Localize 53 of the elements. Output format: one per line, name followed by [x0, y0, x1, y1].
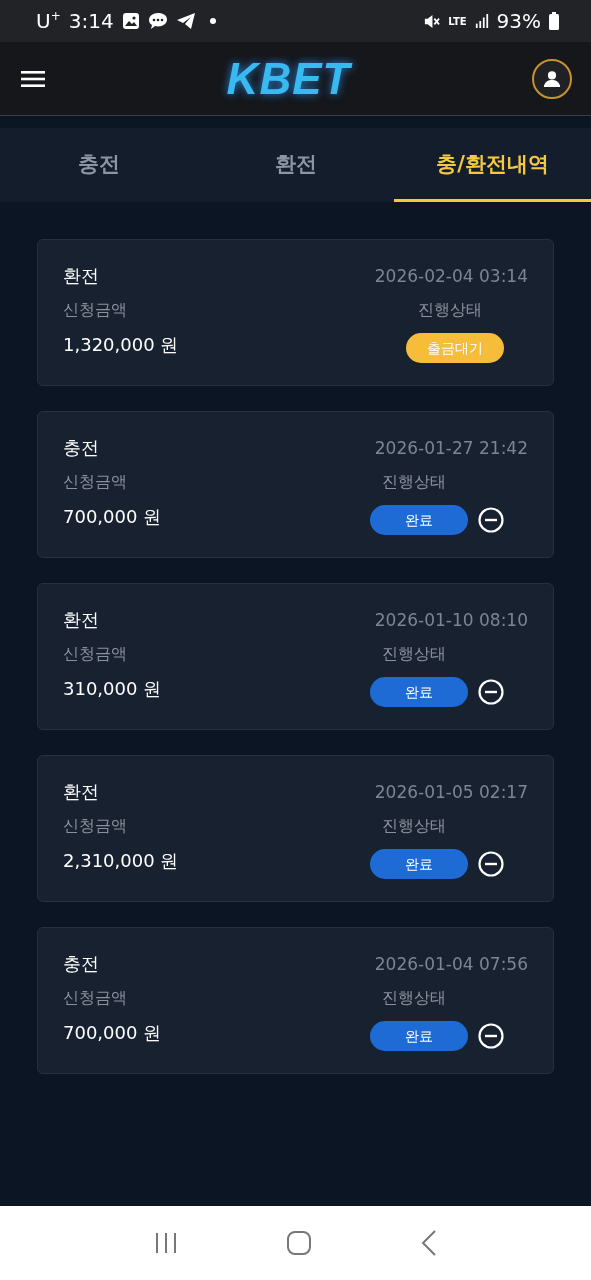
- signal-icon: [474, 13, 489, 29]
- status-badge: 출금대기: [406, 333, 504, 363]
- battery-percent: 93%: [496, 9, 541, 33]
- tab[interactable]: 충전: [0, 128, 197, 202]
- record-type: 충전: [63, 952, 99, 976]
- status-label: 진행상태: [382, 988, 446, 1009]
- remove-icon[interactable]: [478, 679, 504, 705]
- record-type: 충전: [63, 436, 99, 460]
- status-badge: 완료: [370, 849, 468, 879]
- tab[interactable]: 충/환전내역: [394, 128, 591, 202]
- amount-value: 310,000 원: [63, 677, 162, 701]
- status-badge: 완료: [370, 505, 468, 535]
- clock-time: 3:14: [68, 9, 114, 33]
- status-badge: 완료: [370, 1021, 468, 1051]
- remove-icon[interactable]: [478, 507, 504, 533]
- carrier-label: U$^{+}$: [36, 9, 61, 33]
- amount-value: 700,000 원: [63, 505, 162, 529]
- image-icon: [121, 12, 140, 30]
- amount-label: 신청금액: [63, 472, 128, 493]
- battery-icon: [549, 12, 559, 30]
- status-badge: 완료: [370, 677, 468, 707]
- record-date: 2026-01-10 08:10: [374, 610, 528, 630]
- amount-value: 700,000 원: [63, 1021, 162, 1045]
- network-label: LTE: [448, 15, 467, 27]
- amount-label: 신청금액: [63, 988, 128, 1009]
- amount-label: 신청금액: [63, 816, 128, 837]
- amount-label: 신청금액: [63, 644, 128, 665]
- amount-value: 1,320,000 원: [63, 333, 179, 357]
- record-date: 2026-01-04 07:56: [374, 954, 528, 974]
- record-date: 2026-01-05 02:17: [374, 782, 528, 802]
- user-icon[interactable]: [532, 58, 572, 99]
- dot-icon: [209, 18, 216, 24]
- chat-icon: [147, 12, 168, 30]
- menu-icon[interactable]: [21, 69, 45, 88]
- record-date: 2026-01-27 21:42: [374, 438, 528, 458]
- status-label: 진행상태: [418, 300, 482, 321]
- remove-icon[interactable]: [478, 1023, 504, 1049]
- status-label: 진행상태: [382, 816, 446, 837]
- status-label: 진행상태: [382, 644, 446, 665]
- remove-icon[interactable]: [478, 851, 504, 877]
- logo[interactable]: KBET: [226, 53, 351, 104]
- tab[interactable]: 환전: [197, 128, 394, 202]
- record-type: 환전: [63, 264, 99, 288]
- record-type: 환전: [63, 608, 99, 632]
- status-label: 진행상태: [382, 472, 446, 493]
- amount-label: 신청금액: [63, 300, 128, 321]
- home-icon[interactable]: [286, 1230, 313, 1256]
- paper-plane-icon: [175, 12, 196, 30]
- amount-value: 2,310,000 원: [63, 849, 179, 873]
- back-icon[interactable]: [420, 1230, 437, 1256]
- record-date: 2026-02-04 03:14: [374, 266, 528, 286]
- record-type: 환전: [63, 780, 99, 804]
- recent-apps-icon[interactable]: [154, 1231, 179, 1255]
